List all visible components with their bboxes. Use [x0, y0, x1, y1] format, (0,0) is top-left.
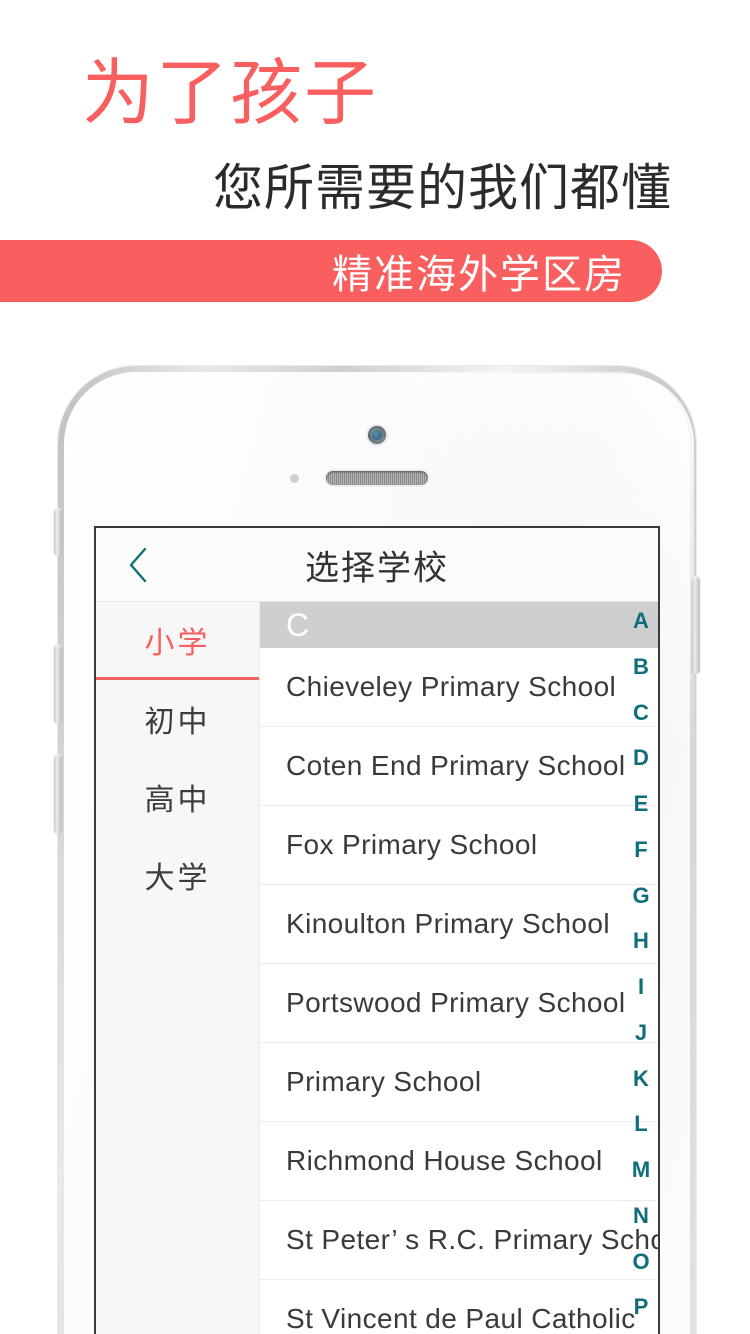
school-name: St Vincent de Paul Catholic	[286, 1303, 636, 1334]
list-section-header-label: C	[286, 606, 311, 643]
alpha-index-letter[interactable]: H	[633, 930, 649, 952]
alpha-index-letter[interactable]: F	[634, 838, 647, 861]
alpha-index-letter[interactable]: K	[633, 1067, 649, 1090]
school-name: Fox Primary School	[286, 829, 538, 860]
list-item[interactable]: Kinoulton Primary School	[260, 885, 658, 964]
app-content: 小学 初中 高中 大学 C Chieveley Primary School C…	[96, 602, 658, 1334]
alpha-index-letter[interactable]: C	[633, 701, 649, 724]
school-name: St Peter’ s R.C. Primary School	[286, 1224, 658, 1255]
list-item[interactable]: St Vincent de Paul Catholic	[260, 1280, 658, 1334]
promo-pill-label: 精准海外学区房	[332, 253, 626, 297]
list-item[interactable]: Coten End Primary School	[260, 727, 658, 806]
promo-heading: 为了孩子	[82, 54, 379, 134]
power-button[interactable]	[692, 576, 700, 674]
list-item[interactable]: St Peter’ s R.C. Primary School	[260, 1201, 658, 1280]
school-list[interactable]: C Chieveley Primary School Coten End Pri…	[260, 602, 658, 1334]
phone-screen: 选择学校 小学 初中 高中 大学 C Chieveley Primary Sch…	[94, 526, 660, 1334]
alpha-index-letter[interactable]: N	[633, 1204, 649, 1227]
volume-up-button[interactable]	[54, 644, 62, 724]
school-name: Primary School	[286, 1066, 482, 1097]
alpha-index-letter[interactable]: A	[633, 610, 649, 632]
list-item[interactable]: Richmond House School	[260, 1122, 658, 1201]
phone-mockup: 选择学校 小学 初中 高中 大学 C Chieveley Primary Sch…	[54, 366, 700, 1334]
alpha-index-letter[interactable]: D	[633, 747, 649, 769]
alpha-index-letter[interactable]: M	[632, 1159, 650, 1181]
page-title: 选择学校	[305, 549, 449, 587]
alpha-index-letter[interactable]: I	[638, 976, 644, 998]
earpiece-speaker-icon	[326, 471, 428, 485]
app-navbar: 选择学校	[96, 528, 658, 602]
list-item[interactable]: Primary School	[260, 1043, 658, 1122]
promo-subheading: 您所需要的我们都懂	[213, 160, 672, 216]
front-camera-icon	[368, 426, 386, 444]
school-name: Portswood Primary School	[286, 987, 626, 1018]
rail-item-label: 高中	[144, 783, 211, 817]
rail-item-primary[interactable]: 小学	[96, 602, 259, 680]
alpha-index-letter[interactable]: B	[633, 655, 649, 678]
list-section-header: C	[260, 602, 658, 648]
alpha-index-letter[interactable]: J	[635, 1021, 647, 1044]
silent-switch-button[interactable]	[54, 508, 62, 556]
list-item[interactable]: Fox Primary School	[260, 806, 658, 885]
list-item[interactable]: Portswood Primary School	[260, 964, 658, 1043]
school-name: Chieveley Primary School	[286, 671, 617, 702]
alpha-index-letter[interactable]: O	[632, 1250, 649, 1273]
alpha-index-letter[interactable]: P	[634, 1296, 649, 1318]
school-name: Kinoulton Primary School	[286, 908, 610, 939]
alpha-index[interactable]: A B C D E F G H I J K L M N O P Q	[624, 602, 658, 1334]
school-name: Richmond House School	[286, 1145, 603, 1176]
proximity-sensor-icon	[290, 474, 299, 483]
alpha-index-letter[interactable]: E	[634, 793, 649, 815]
alpha-index-letter[interactable]: L	[634, 1113, 647, 1135]
school-name: Coten End Primary School	[286, 750, 626, 781]
promo-banner: 为了孩子 您所需要的我们都懂 精准海外学区房	[0, 0, 750, 320]
rail-item-label: 大学	[144, 861, 211, 895]
promo-pill: 精准海外学区房	[0, 240, 662, 302]
volume-down-button[interactable]	[54, 754, 62, 834]
category-rail: 小学 初中 高中 大学	[96, 602, 260, 1334]
rail-item-middle[interactable]: 初中	[96, 680, 259, 758]
alpha-index-letter[interactable]: G	[632, 884, 649, 907]
rail-item-university[interactable]: 大学	[96, 836, 259, 914]
list-item[interactable]: Chieveley Primary School	[260, 648, 658, 727]
rail-item-high[interactable]: 高中	[96, 758, 259, 836]
rail-item-label: 小学	[144, 626, 211, 660]
rail-item-label: 初中	[144, 705, 211, 739]
